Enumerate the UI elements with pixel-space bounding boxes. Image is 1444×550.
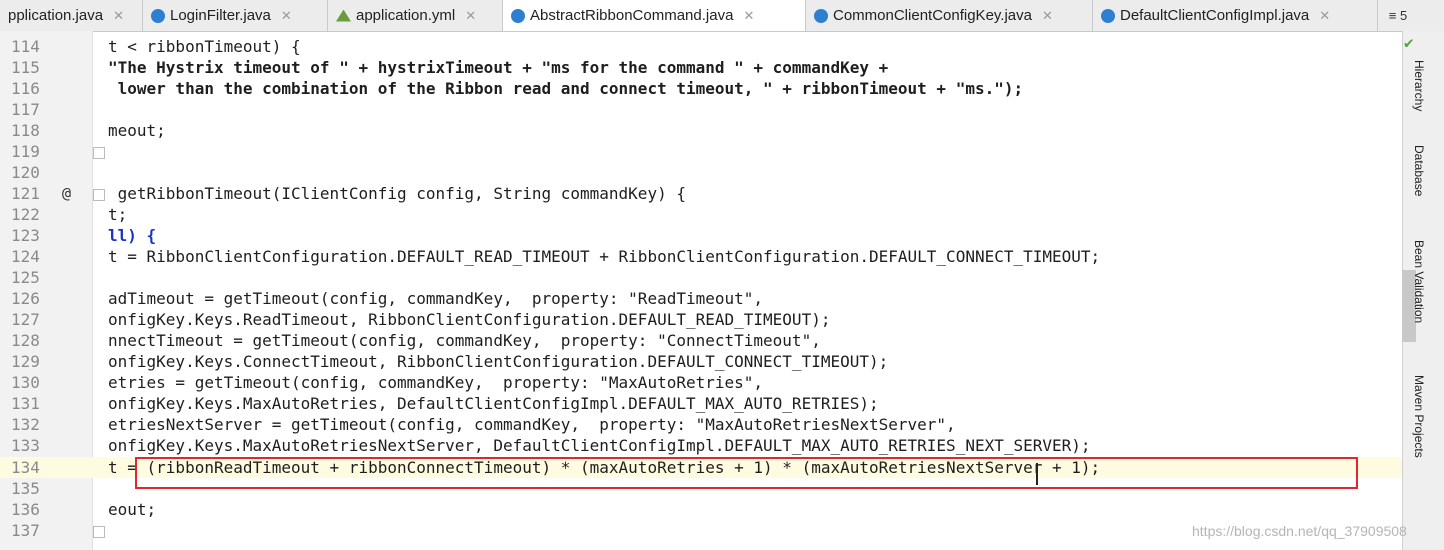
- line-number: 118: [11, 121, 40, 140]
- code-text[interactable]: getRibbonTimeout(IClientConfig config, S…: [108, 184, 686, 203]
- line-number: 128: [11, 331, 40, 350]
- editor-tab-bar: pplication.java ✕ LoginFilter.java ✕ app…: [0, 0, 1444, 32]
- line-number: 121: [11, 184, 40, 203]
- code-line[interactable]: 117: [0, 99, 1402, 120]
- code-text[interactable]: onfigKey.Keys.ConnectTimeout, RibbonClie…: [108, 352, 888, 371]
- code-text[interactable]: etriesNextServer = getTimeout(config, co…: [108, 415, 956, 434]
- code-text[interactable]: adTimeout = getTimeout(config, commandKe…: [108, 289, 763, 308]
- code-text[interactable]: t = RibbonClientConfiguration.DEFAULT_RE…: [108, 247, 1100, 266]
- line-number: 132: [11, 415, 40, 434]
- line-number: 125: [11, 268, 40, 287]
- code-line[interactable]: 129 onfigKey.Keys.ConnectTimeout, Ribbon…: [0, 351, 1402, 372]
- close-icon[interactable]: ✕: [465, 8, 476, 24]
- code-line[interactable]: 130 etries = getTimeout(config, commandK…: [0, 372, 1402, 393]
- highlight-box: [135, 457, 1358, 489]
- tool-hierarchy[interactable]: Hierarchy: [1412, 60, 1426, 111]
- tab-commonclientconfigkey-java[interactable]: CommonClientConfigKey.java ✕: [806, 0, 1093, 31]
- code-line[interactable]: 124 t = RibbonClientConfiguration.DEFAUL…: [0, 246, 1402, 267]
- java-class-icon: [151, 8, 165, 23]
- line-number: 120: [11, 163, 40, 182]
- code-text[interactable]: eout;: [108, 500, 156, 519]
- close-icon[interactable]: ✕: [1042, 8, 1053, 24]
- line-number: 115: [11, 58, 40, 77]
- code-text[interactable]: meout;: [108, 121, 166, 140]
- tab-label: AbstractRibbonCommand.java: [530, 7, 734, 24]
- line-number: 133: [11, 436, 40, 455]
- check-icon: ✔: [1404, 33, 1414, 52]
- code-line[interactable]: 126 adTimeout = getTimeout(config, comma…: [0, 288, 1402, 309]
- tab-defaultclientconfigimpl-java[interactable]: DefaultClientConfigImpl.java ✕: [1093, 0, 1378, 31]
- tab-application-yml[interactable]: application.yml ✕: [328, 0, 503, 31]
- code-text[interactable]: etries = getTimeout(config, commandKey, …: [108, 373, 763, 392]
- text-caret: [1036, 463, 1038, 485]
- close-icon[interactable]: ✕: [1319, 8, 1330, 24]
- watermark: https://blog.csdn.net/qq_37909508: [1192, 523, 1407, 539]
- code-text[interactable]: "The Hystrix timeout of " + hystrixTimeo…: [108, 58, 888, 77]
- code-line[interactable]: 131 onfigKey.Keys.MaxAutoRetries, Defaul…: [0, 393, 1402, 414]
- fold-marker-icon[interactable]: [93, 189, 105, 201]
- code-text[interactable]: t < ribbonTimeout) {: [108, 37, 301, 56]
- fold-marker-icon[interactable]: [93, 526, 105, 538]
- tab-label: application.yml: [356, 7, 456, 24]
- code-line[interactable]: 116 lower than the combination of the Ri…: [0, 78, 1402, 99]
- code-line[interactable]: 121 getRibbonTimeout(IClientConfig confi…: [0, 183, 1402, 204]
- code-text[interactable]: onfigKey.Keys.ReadTimeout, RibbonClientC…: [108, 310, 830, 329]
- tool-bean-validation[interactable]: Bean Validation: [1412, 240, 1426, 323]
- close-icon[interactable]: ✕: [113, 8, 124, 24]
- close-icon[interactable]: ✕: [743, 8, 754, 24]
- line-number: 123: [11, 226, 40, 245]
- tab-label: CommonClientConfigKey.java: [833, 7, 1032, 24]
- code-text[interactable]: ll) {: [108, 226, 156, 245]
- tool-database[interactable]: Database: [1412, 145, 1426, 196]
- close-icon[interactable]: ✕: [281, 8, 292, 24]
- code-line[interactable]: 120: [0, 162, 1402, 183]
- line-number: 126: [11, 289, 40, 308]
- tab-loginfilter-java[interactable]: LoginFilter.java ✕: [143, 0, 328, 31]
- line-number: 134: [11, 458, 40, 477]
- yml-file-icon: [336, 9, 351, 22]
- line-number: 136: [11, 500, 40, 519]
- line-number: 135: [11, 479, 40, 498]
- line-number: 131: [11, 394, 40, 413]
- code-line[interactable]: 118 meout;: [0, 120, 1402, 141]
- line-number: 124: [11, 247, 40, 266]
- fold-marker-icon[interactable]: [93, 147, 105, 159]
- code-text[interactable]: nnectTimeout = getTimeout(config, comman…: [108, 331, 821, 350]
- code-line[interactable]: 122 t;: [0, 204, 1402, 225]
- code-text[interactable]: t;: [108, 205, 127, 224]
- tab-label: DefaultClientConfigImpl.java: [1120, 7, 1310, 24]
- code-line[interactable]: 127 onfigKey.Keys.ReadTimeout, RibbonCli…: [0, 309, 1402, 330]
- java-class-icon: [1101, 8, 1115, 23]
- code-line[interactable]: 119: [0, 141, 1402, 162]
- code-text[interactable]: onfigKey.Keys.MaxAutoRetries, DefaultCli…: [108, 394, 879, 413]
- code-line[interactable]: 114 t < ribbonTimeout) {: [0, 36, 1402, 57]
- code-line[interactable]: 115 "The Hystrix timeout of " + hystrixT…: [0, 57, 1402, 78]
- code-text[interactable]: onfigKey.Keys.MaxAutoRetriesNextServer, …: [108, 436, 1091, 455]
- tab-application-java[interactable]: pplication.java ✕: [0, 0, 143, 31]
- code-line[interactable]: 128 nnectTimeout = getTimeout(config, co…: [0, 330, 1402, 351]
- line-number: 130: [11, 373, 40, 392]
- line-number: 116: [11, 79, 40, 98]
- tab-label: pplication.java: [8, 7, 104, 24]
- line-number: 119: [11, 142, 40, 161]
- java-class-icon: [511, 8, 525, 23]
- line-number: 129: [11, 352, 40, 371]
- tab-abstractribboncommand-java[interactable]: AbstractRibbonCommand.java ✕: [503, 0, 806, 31]
- code-line[interactable]: 123 ll) {: [0, 225, 1402, 246]
- tab-label: LoginFilter.java: [170, 7, 271, 24]
- code-line[interactable]: 133 onfigKey.Keys.MaxAutoRetriesNextServ…: [0, 435, 1402, 456]
- line-number: 114: [11, 37, 40, 56]
- code-text[interactable]: lower than the combination of the Ribbon…: [108, 79, 1024, 98]
- line-number: 117: [11, 100, 40, 119]
- code-line[interactable]: 132 etriesNextServer = getTimeout(config…: [0, 414, 1402, 435]
- line-number: 122: [11, 205, 40, 224]
- code-line[interactable]: 136 eout;: [0, 499, 1402, 520]
- java-class-icon: [814, 8, 828, 23]
- tool-maven-projects[interactable]: Maven Projects: [1412, 375, 1426, 458]
- line-number: 127: [11, 310, 40, 329]
- tab-overflow-button[interactable]: ≡ 5: [1378, 0, 1418, 31]
- line-number: 137: [11, 521, 40, 540]
- override-annotation-icon[interactable]: @: [62, 184, 71, 202]
- code-line[interactable]: 125: [0, 267, 1402, 288]
